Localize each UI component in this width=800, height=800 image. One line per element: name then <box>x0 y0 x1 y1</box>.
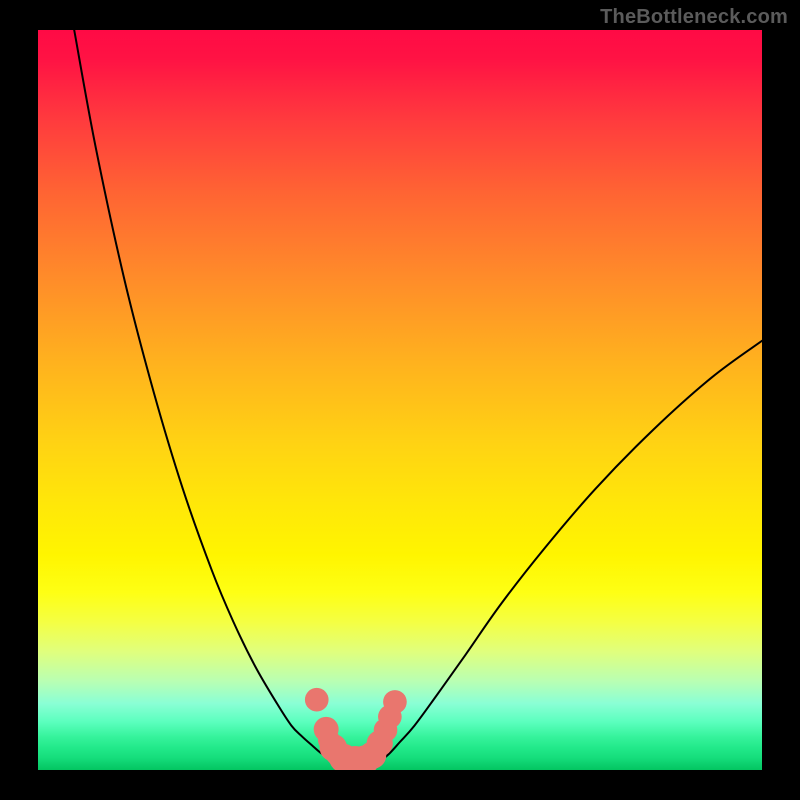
chart-frame: TheBottleneck.com <box>0 0 800 800</box>
series-left-curve <box>74 30 338 763</box>
plot-area <box>38 30 762 770</box>
data-marker <box>305 688 329 712</box>
curve-layer <box>38 30 762 770</box>
data-marker <box>383 690 407 714</box>
watermark-text: TheBottleneck.com <box>600 6 788 29</box>
series-right-curve <box>378 341 762 763</box>
